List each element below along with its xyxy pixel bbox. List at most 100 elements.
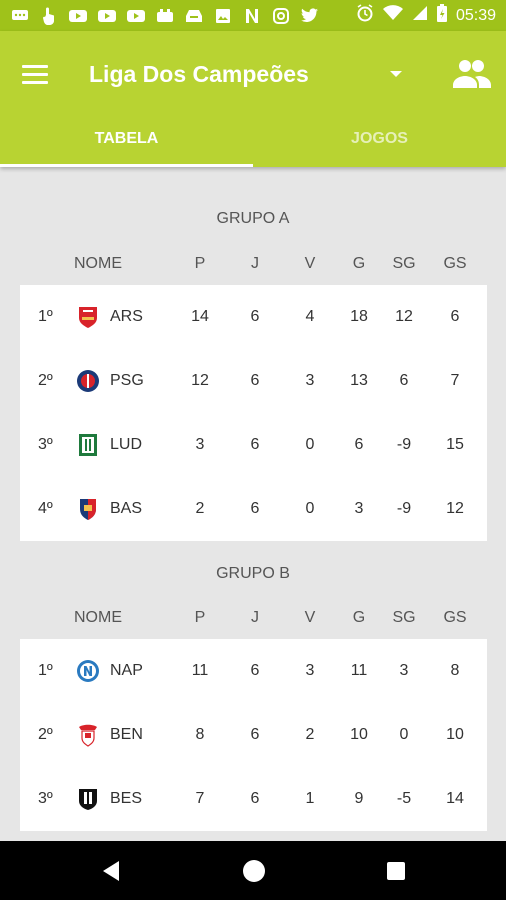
header-nome: NOME [74, 609, 122, 626]
tab-bar: TABELA JOGOS [0, 120, 506, 167]
points: 8 [195, 726, 205, 743]
header-nome: NOME [74, 255, 122, 272]
goals: 13 [350, 372, 368, 389]
position: 4º [38, 500, 53, 517]
points: 7 [195, 790, 205, 807]
header-v: V [304, 609, 316, 626]
table-row[interactable]: 3º LUD 3 6 0 6 -9 15 [20, 413, 487, 477]
played: 6 [250, 662, 260, 679]
people-icon [453, 60, 491, 88]
table-row[interactable]: 2º BEN 8 6 2 10 0 10 [20, 703, 487, 767]
played: 6 [250, 308, 260, 325]
napoli-crest-icon [77, 660, 99, 682]
hamburger-icon [22, 65, 48, 68]
goal-difference: -5 [396, 790, 412, 807]
wins: 3 [305, 662, 315, 679]
app-bar: Liga Dos Campeões TABELA JOGOS [0, 31, 506, 167]
header-gs: GS [443, 609, 467, 626]
team-abbr: BES [110, 790, 143, 807]
goals-conceded: 15 [446, 436, 464, 453]
goals: 3 [354, 500, 364, 517]
wifi-icon [382, 5, 403, 26]
points: 14 [191, 308, 209, 325]
position: 3º [38, 436, 53, 453]
dropdown-caret-icon[interactable] [390, 71, 402, 77]
system-icons: 05:39 [356, 4, 496, 27]
points: 12 [191, 372, 209, 389]
played: 6 [250, 500, 260, 517]
header-p: P [194, 255, 206, 272]
goals-conceded: 8 [450, 662, 460, 679]
table-row[interactable]: 4º BAS 2 6 0 3 -9 12 [20, 477, 487, 541]
tab-tabela[interactable]: TABELA [0, 120, 253, 167]
header-g: G [352, 255, 366, 272]
goals: 18 [350, 308, 368, 325]
competition-title[interactable]: Liga Dos Campeões [89, 61, 309, 88]
position: 2º [38, 726, 53, 743]
group-button[interactable] [452, 57, 492, 91]
back-icon[interactable] [101, 860, 121, 882]
goals: 6 [354, 436, 364, 453]
team-abbr: BAS [110, 500, 143, 517]
notification-icons [10, 7, 320, 25]
header-gs: GS [443, 255, 467, 272]
tab-jogos[interactable]: JOGOS [253, 120, 506, 167]
goals: 10 [350, 726, 368, 743]
wins: 1 [305, 790, 315, 807]
position: 1º [38, 662, 53, 679]
played: 6 [250, 372, 260, 389]
menu-button[interactable] [22, 65, 48, 85]
battery-icon [436, 4, 447, 27]
points: 3 [195, 436, 205, 453]
youtube-icon [97, 7, 117, 25]
group-a-title: GRUPO A [216, 210, 290, 227]
goals-conceded: 7 [450, 372, 460, 389]
signal-icon [412, 5, 428, 26]
messages-icon [10, 7, 30, 25]
standings-content[interactable]: GRUPO A NOME P J V G SG GS 1º ARS 14 6 4… [0, 167, 506, 841]
header-sg: SG [392, 609, 416, 626]
recents-icon[interactable] [387, 862, 405, 880]
goal-difference: 3 [399, 662, 409, 679]
team-abbr: ARS [110, 308, 143, 325]
goal-difference: 0 [399, 726, 409, 743]
played: 6 [250, 790, 260, 807]
position: 1º [38, 308, 53, 325]
wins: 0 [305, 500, 315, 517]
team-abbr: LUD [110, 436, 143, 453]
wins: 2 [305, 726, 315, 743]
table-row[interactable]: 1º ARS 14 6 4 18 12 6 [20, 285, 487, 349]
group-b-title: GRUPO B [216, 565, 290, 582]
goal-difference: 6 [399, 372, 409, 389]
game-icon [155, 7, 175, 25]
psg-crest-icon [77, 370, 99, 392]
table-row[interactable]: 2º PSG 12 6 3 13 6 7 [20, 349, 487, 413]
goal-difference: 12 [395, 308, 413, 325]
goals: 11 [350, 662, 368, 679]
wins: 4 [305, 308, 315, 325]
position: 3º [38, 790, 53, 807]
image-icon [213, 7, 233, 25]
table-row[interactable]: 1º NAP 11 6 3 11 3 8 [20, 639, 487, 703]
arsenal-crest-icon [79, 307, 97, 328]
points: 2 [195, 500, 205, 517]
goal-difference: -9 [396, 500, 412, 517]
ludogorets-crest-icon [79, 434, 97, 456]
header-g: G [352, 609, 366, 626]
header-p: P [194, 609, 206, 626]
group-b-table: 1º NAP 11 6 3 11 3 8 2º BEN 8 6 2 10 0 1… [20, 639, 487, 831]
goals-conceded: 12 [446, 500, 464, 517]
points: 11 [191, 662, 209, 679]
goals-conceded: 10 [446, 726, 464, 743]
inbox-icon [184, 7, 204, 25]
position: 2º [38, 372, 53, 389]
header-sg: SG [392, 255, 416, 272]
wins: 3 [305, 372, 315, 389]
goals-conceded: 6 [450, 308, 460, 325]
home-icon[interactable] [243, 860, 265, 882]
group-b-column-header: NOME P J V G SG GS [20, 609, 487, 639]
header-v: V [304, 255, 316, 272]
table-row[interactable]: 3º BES 7 6 1 9 -5 14 [20, 767, 487, 831]
benfica-crest-icon [79, 724, 97, 747]
wins: 0 [305, 436, 315, 453]
